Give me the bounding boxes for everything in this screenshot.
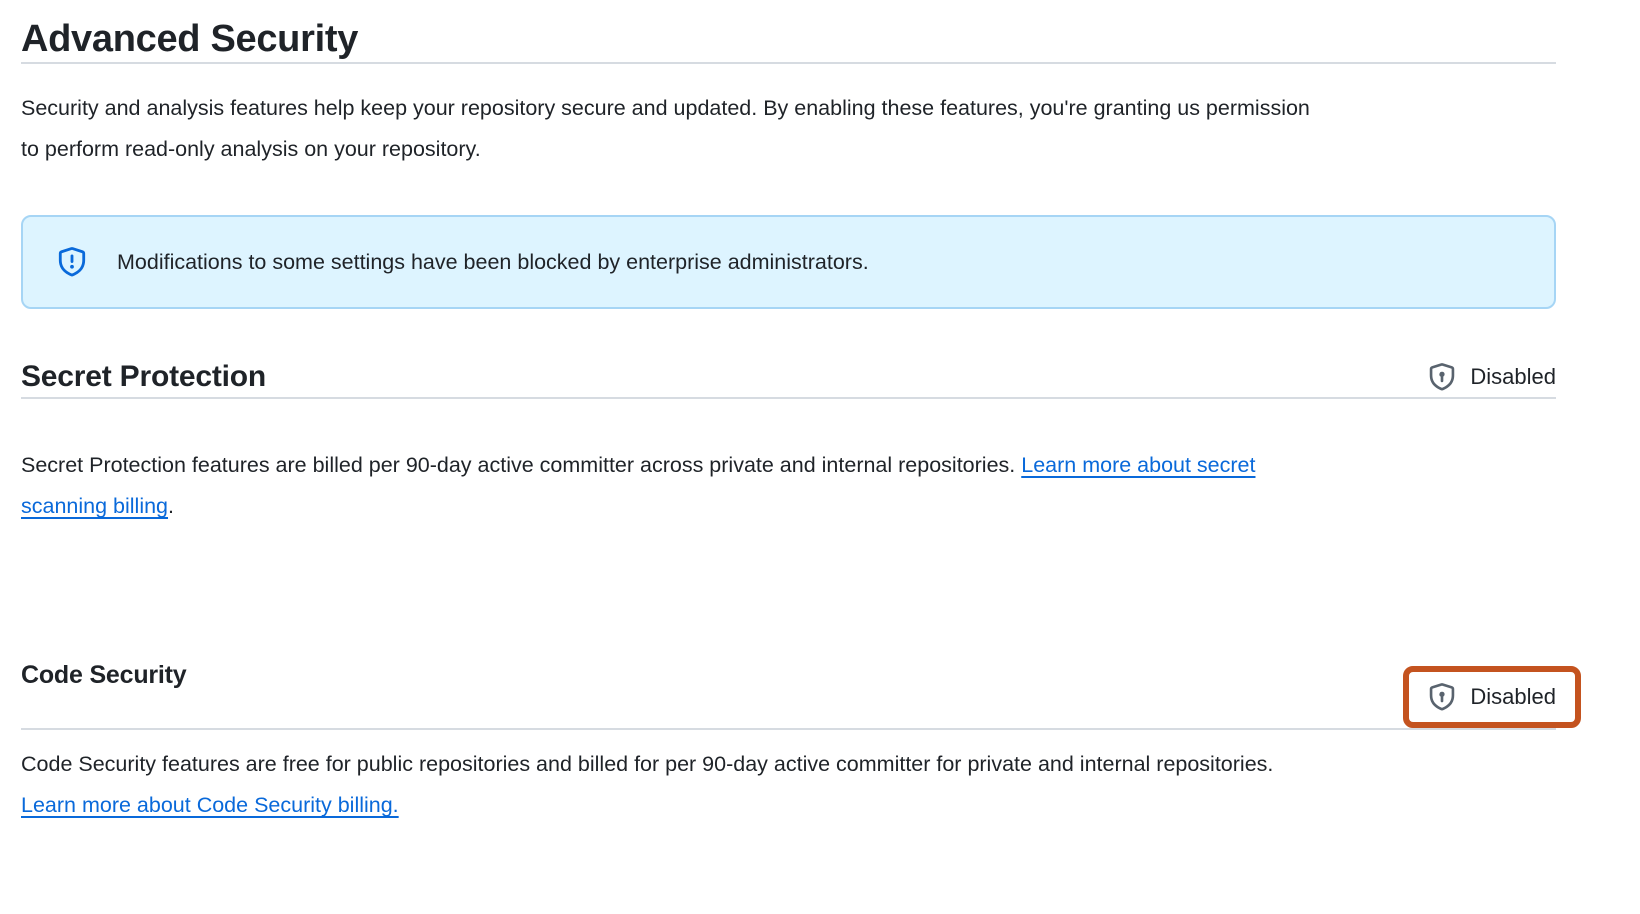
secret-protection-section: Secret Protection Disabled Secret Protec… <box>21 357 1556 527</box>
secret-protection-header: Secret Protection Disabled <box>21 357 1556 397</box>
code-security-status-label: Disabled <box>1470 684 1556 710</box>
code-security-section: Code Security Disabled Code Security fea… <box>21 660 1556 826</box>
code-security-heading: Code Security <box>21 660 187 690</box>
banner-message: Modifications to some settings have been… <box>117 247 869 277</box>
code-security-description: Code Security features are free for publ… <box>21 744 1331 826</box>
shield-lock-icon <box>1428 363 1456 391</box>
secret-protection-description-text: Secret Protection features are billed pe… <box>21 453 1021 477</box>
advanced-security-settings-page: Advanced Security Security and analysis … <box>0 0 1640 826</box>
secret-protection-heading: Secret Protection <box>21 357 266 397</box>
secret-protection-description: Secret Protection features are billed pe… <box>21 445 1331 527</box>
secret-protection-description-period: . <box>168 494 174 518</box>
secret-protection-status-badge: Disabled <box>1428 363 1556 391</box>
code-security-divider <box>21 728 1556 730</box>
code-security-description-text: Code Security features are free for publ… <box>21 752 1273 776</box>
page-description: Security and analysis features help keep… <box>21 88 1321 170</box>
code-security-billing-link[interactable]: Learn more about Code Security billing. <box>21 793 399 817</box>
code-security-status-badge: Disabled <box>1428 683 1556 711</box>
page-title: Advanced Security <box>21 16 1556 62</box>
shield-lock-icon <box>1428 683 1456 711</box>
secret-protection-status-label: Disabled <box>1470 364 1556 390</box>
code-security-status-highlight-annotation: Disabled <box>1403 666 1581 728</box>
code-security-header: Code Security Disabled <box>21 660 1556 728</box>
enterprise-policy-banner: Modifications to some settings have been… <box>21 215 1556 309</box>
shield-alert-icon <box>57 247 87 277</box>
title-divider <box>21 62 1556 64</box>
secret-protection-divider <box>21 397 1556 399</box>
